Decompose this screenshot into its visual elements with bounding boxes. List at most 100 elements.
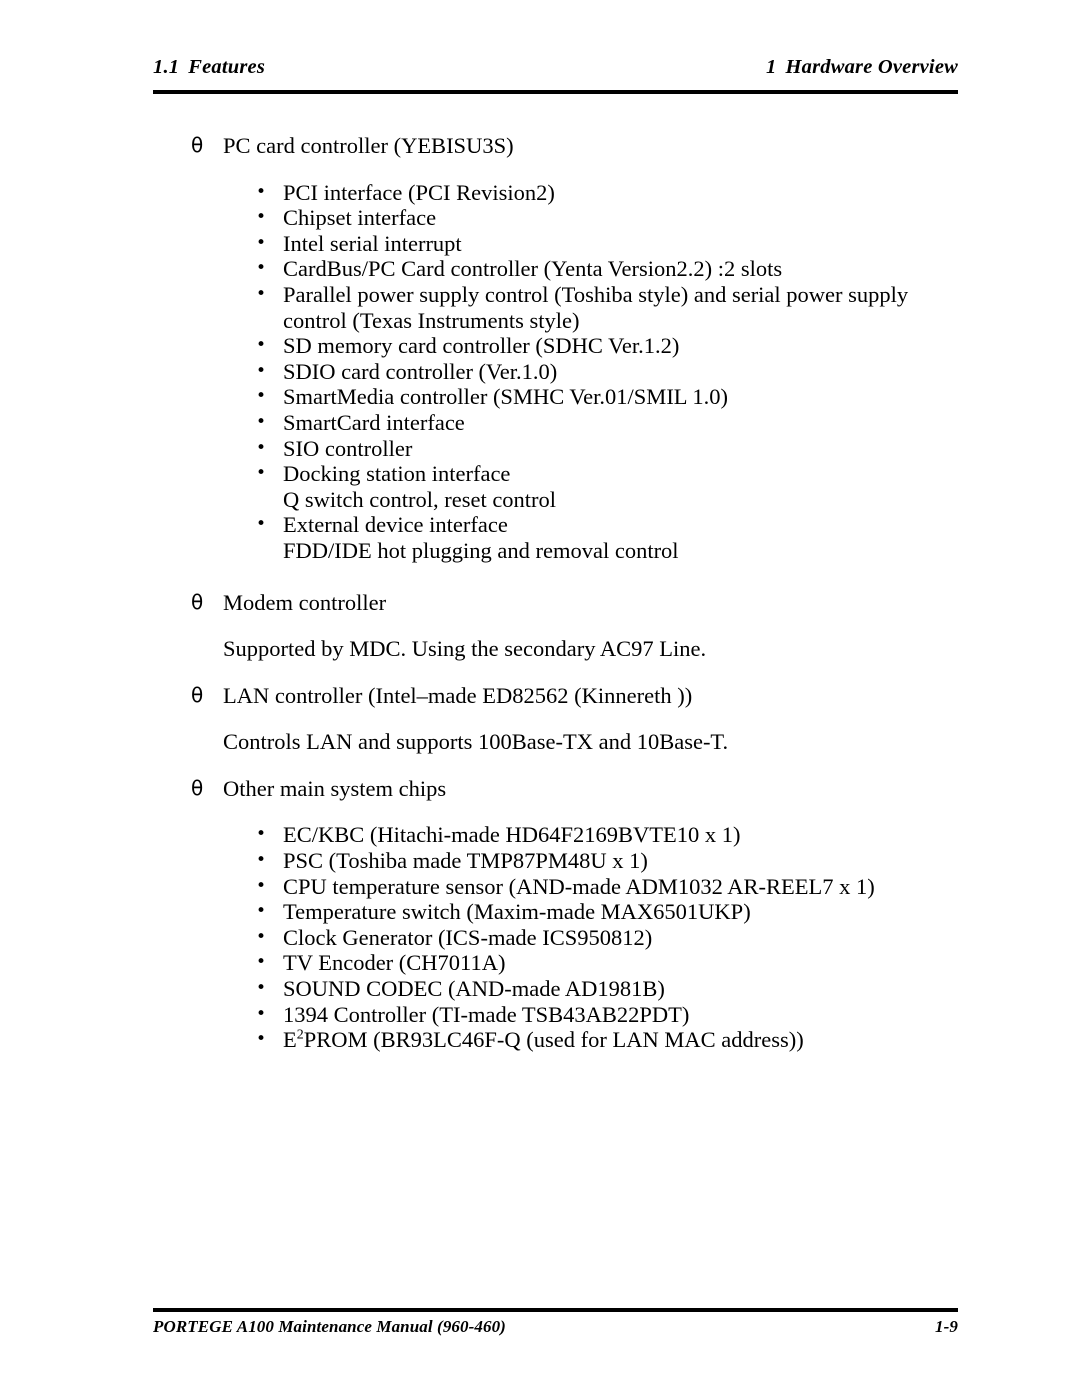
list-item: • SD memory card controller (SDHC Ver.1.…: [0, 333, 1080, 359]
list-item-continuation: Q switch control, reset control: [283, 486, 557, 512]
list-item: • E2PROM (BR93LC46F-Q (used for LAN MAC …: [0, 1027, 1080, 1053]
list-item-text: PSC (Toshiba made TMP87PM48U x 1): [283, 848, 648, 874]
round-bullet-icon: •: [256, 901, 267, 922]
round-bullet-icon: •: [256, 360, 267, 381]
theta-bullet-icon: θ: [191, 682, 204, 707]
list-item: • CPU temperature sensor (AND‑made ADM10…: [0, 874, 1080, 900]
list-item-text: CPU temperature sensor (AND‑made ADM1032…: [283, 873, 875, 899]
section-heading-text: LAN controller (Intel–made ED82562 (Kinn…: [223, 682, 693, 708]
header-section: 1.1 Features: [153, 56, 265, 79]
eeprom-rest: PROM (BR93LC46F-Q (used for LAN MAC addr…: [303, 1027, 804, 1053]
list-item-text: Temperature switch (Maxim‑made MAX6501UK…: [283, 899, 751, 925]
round-bullet-icon: •: [256, 386, 267, 407]
list-item-text: External device interface: [283, 512, 508, 538]
round-bullet-icon: •: [256, 437, 267, 458]
header-rule: [153, 90, 958, 94]
list-item: • SmartMedia controller (SMHC Ver.01/SMI…: [0, 384, 1080, 410]
list-item: • Docking station interface Q switch con…: [0, 461, 1080, 512]
round-bullet-icon: •: [256, 283, 267, 304]
section-heading-pc-card-controller: θ PC card controller (YEBISU3S): [0, 133, 1080, 159]
list-item-text: EC/KBC (Hitachi‑made HD64F2169BVTE10 x 1…: [283, 822, 741, 848]
round-bullet-icon: •: [256, 232, 267, 253]
header-chapter: 1 Hardware Overview: [766, 56, 958, 79]
list-item-text-eeprom: E2PROM (BR93LC46F-Q (used for LAN MAC ad…: [283, 1027, 960, 1053]
list-item: • 1394 Controller (TI‑made TSB43AB22PDT): [0, 1002, 1080, 1028]
list-item-continuation: FDD/IDE hot plugging and removal control: [283, 537, 679, 563]
round-bullet-icon: •: [256, 258, 267, 279]
list-item-text: Intel serial interrupt: [283, 230, 462, 256]
round-bullet-icon: •: [256, 926, 267, 947]
list-item: • Clock Generator (ICS-made ICS950812): [0, 925, 1080, 951]
round-bullet-icon: •: [256, 335, 267, 356]
list-item-text: SmartCard interface: [283, 409, 465, 435]
footer-page-number: 1-9: [935, 1317, 958, 1336]
list-item: • SDIO card controller (Ver.1.0): [0, 359, 1080, 385]
round-bullet-icon: •: [256, 181, 267, 202]
round-bullet-icon: •: [256, 824, 267, 845]
round-bullet-icon: •: [256, 463, 267, 484]
theta-bullet-icon: θ: [191, 589, 204, 614]
list-item-text: Parallel power supply control (Toshiba s…: [283, 281, 909, 333]
round-bullet-icon: •: [256, 978, 267, 999]
list-item: • SOUND CODEC (AND‑made AD1981B): [0, 976, 1080, 1002]
running-footer: PORTEGE A100 Maintenance Manual (960-460…: [153, 1317, 958, 1337]
list-item: • Temperature switch (Maxim‑made MAX6501…: [0, 899, 1080, 925]
header-section-title: Features: [188, 56, 266, 78]
section-paragraph-modem: Supported by MDC. Using the secondary AC…: [223, 636, 707, 662]
round-bullet-icon: •: [256, 850, 267, 871]
list-item: • SIO controller: [0, 436, 1080, 462]
eeprom-base: E: [283, 1027, 297, 1053]
round-bullet-icon: •: [256, 207, 267, 228]
header-section-number: 1.1: [153, 56, 180, 78]
section-heading-modem-controller: θ Modem controller: [0, 590, 1080, 616]
list-item-text: SIO controller: [283, 435, 413, 461]
footer-rule: [153, 1308, 958, 1312]
section-paragraph-lan: Controls LAN and supports 100Base-TX and…: [223, 729, 729, 755]
list-item: • SmartCard interface: [0, 410, 1080, 436]
list-item: • Intel serial interrupt: [0, 231, 1080, 257]
list-item: • External device interface FDD/IDE hot …: [0, 512, 1080, 563]
footer-manual-title: PORTEGE A100 Maintenance Manual (960-460…: [153, 1317, 506, 1336]
section-heading-other-main-system-chips: θ Other main system chips: [0, 776, 1080, 802]
list-item: • PCI interface (PCI Revision2): [0, 180, 1080, 206]
round-bullet-icon: •: [256, 1029, 267, 1050]
list-item: • PSC (Toshiba made TMP87PM48U x 1): [0, 848, 1080, 874]
list-item: • EC/KBC (Hitachi‑made HD64F2169BVTE10 x…: [0, 822, 1080, 848]
list-item-text: CardBus/PC Card controller (Yenta Versio…: [283, 256, 783, 282]
list-item-text: SD memory card controller (SDHC Ver.1.2): [283, 333, 680, 359]
theta-bullet-icon: θ: [191, 133, 204, 157]
round-bullet-icon: •: [256, 514, 267, 535]
list-item-text: SDIO card controller (Ver.1.0): [283, 358, 558, 384]
section-heading-lan-controller: θ LAN controller (Intel–made ED82562 (Ki…: [0, 683, 1080, 709]
list-item-text: TV Encoder (CH7011A): [283, 950, 506, 976]
list-item: • Parallel power supply control (Toshiba…: [0, 282, 1080, 333]
round-bullet-icon: •: [256, 952, 267, 973]
document-page: 1.1 Features 1 Hardware Overview θ PC card…: [0, 0, 1080, 1397]
round-bullet-icon: •: [256, 875, 267, 896]
list-item-text: Chipset interface: [283, 205, 437, 231]
eeprom-superscript: 2: [296, 1027, 304, 1043]
list-item-text: SOUND CODEC (AND‑made AD1981B): [283, 976, 665, 1002]
list-item-text: SmartMedia controller (SMHC Ver.01/SMIL …: [283, 384, 728, 410]
list-item-text: PCI interface (PCI Revision2): [283, 179, 555, 205]
theta-bullet-icon: θ: [191, 775, 204, 800]
section-heading-text: PC card controller (YEBISU3S): [223, 133, 514, 158]
list-item-text: Docking station interface: [283, 461, 511, 487]
section-heading-text: Modem controller: [223, 589, 387, 615]
page-body: θ PC card controller (YEBISU3S) • PCI in…: [0, 133, 1080, 1053]
running-header: 1.1 Features 1 Hardware Overview: [153, 56, 958, 79]
header-chapter-number: 1: [766, 56, 777, 78]
round-bullet-icon: •: [256, 411, 267, 432]
section-heading-text: Other main system chips: [223, 775, 447, 801]
header-chapter-title: Hardware Overview: [785, 56, 958, 78]
list-item: • CardBus/PC Card controller (Yenta Vers…: [0, 256, 1080, 282]
round-bullet-icon: •: [256, 1003, 267, 1024]
list-item-text: Clock Generator (ICS-made ICS950812): [283, 924, 653, 950]
